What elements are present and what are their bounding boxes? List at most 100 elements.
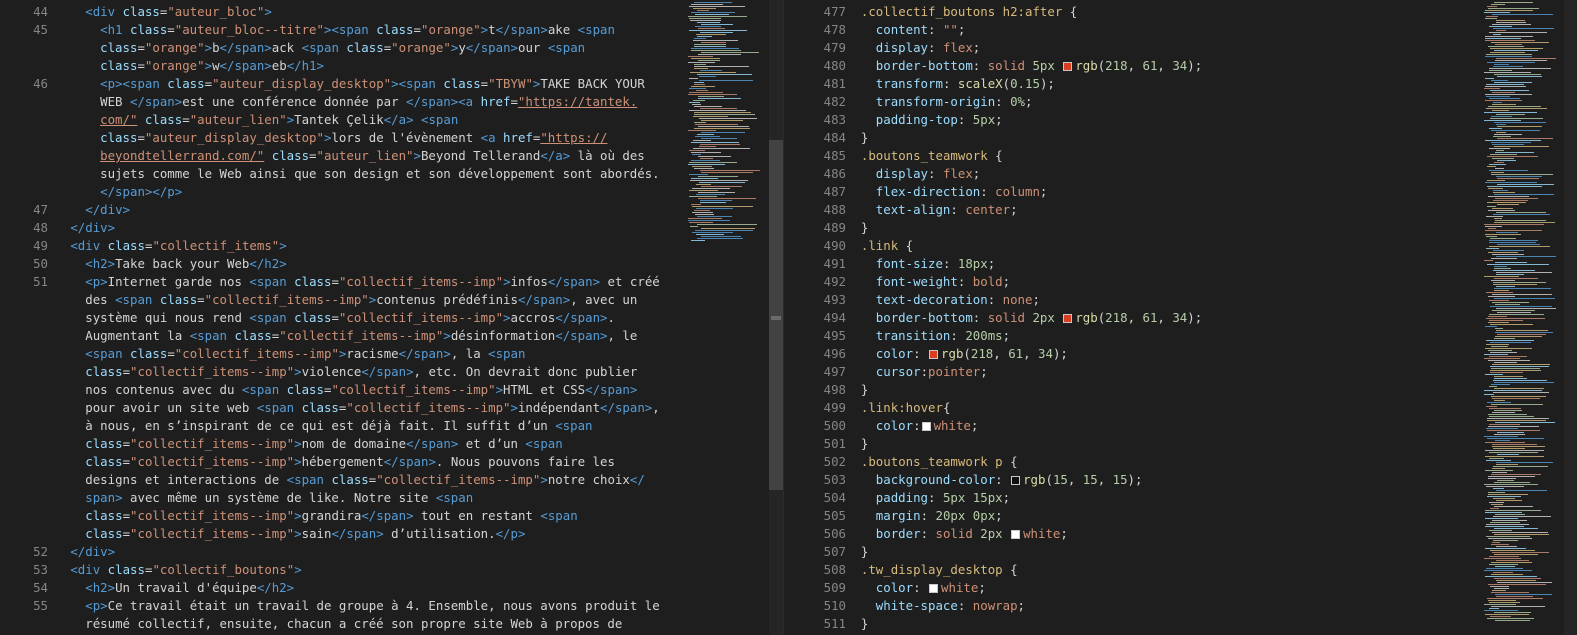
minimap-line bbox=[1484, 72, 1531, 73]
minimap-line bbox=[1488, 106, 1541, 107]
code-line[interactable]: class="collectif_items--imp">violence</s… bbox=[48, 363, 637, 381]
code-line[interactable]: transform: scaleX(0.15); bbox=[846, 75, 1055, 93]
code-line[interactable]: color: rgb(218, 61, 34); bbox=[846, 345, 1068, 363]
code-token: 15 bbox=[1082, 472, 1098, 487]
code-line[interactable]: <div class="auteur_bloc"> bbox=[48, 3, 272, 21]
vertical-scrollbar[interactable] bbox=[1564, 0, 1577, 635]
code-line[interactable]: } bbox=[846, 615, 868, 633]
color-swatch[interactable] bbox=[929, 350, 939, 359]
code-line[interactable]: Augmentant la <span class="collectif_ite… bbox=[48, 327, 637, 345]
code-line[interactable]: color: white; bbox=[846, 579, 986, 597]
code-line[interactable]: class="orange">w</span>eb</h1> bbox=[48, 57, 324, 75]
scrollbar-thumb[interactable] bbox=[769, 140, 783, 490]
color-swatch[interactable] bbox=[1063, 314, 1073, 323]
code-line[interactable]: <h2>Un travail d'équipe</h2> bbox=[48, 579, 294, 597]
code-line[interactable]: content: ""; bbox=[846, 21, 966, 39]
color-swatch[interactable] bbox=[1011, 476, 1021, 485]
code-line[interactable]: white-space: nowrap; bbox=[846, 597, 1025, 615]
code-line[interactable]: com/" class="auteur_lien">Tantek Çelik</… bbox=[48, 111, 458, 129]
code-line[interactable]: margin: 20px 0px; bbox=[846, 507, 1003, 525]
code-line[interactable]: à nous, en s’inspirant de ce qui est déj… bbox=[48, 417, 592, 435]
code-line[interactable]: transition: 200ms; bbox=[846, 327, 1010, 345]
code-line[interactable]: } bbox=[846, 435, 868, 453]
code-line[interactable]: span> avec même un système de like. Notr… bbox=[48, 489, 473, 507]
editor-pane-html[interactable]: 44 45 46 47 48 49 50 51 52 53 54 55 <div class="aut… bbox=[0, 0, 783, 635]
code-line[interactable]: <div class="collectif_boutons"> bbox=[48, 561, 301, 579]
vertical-scrollbar[interactable] bbox=[769, 0, 783, 635]
code-line[interactable]: pour avoir un site web <span class="coll… bbox=[48, 399, 659, 417]
code-token: 20px 0px bbox=[935, 508, 996, 523]
code-line[interactable]: } bbox=[846, 543, 868, 561]
code-line[interactable]: des <span class="collectif_items--imp">c… bbox=[48, 291, 637, 309]
code-line[interactable]: } bbox=[846, 129, 868, 147]
minimap-line bbox=[1493, 516, 1551, 517]
line-number: 511 bbox=[823, 616, 846, 631]
code-line[interactable]: </div> bbox=[48, 201, 130, 219]
code-line[interactable]: <h1 class="auteur_bloc--titre"><span cla… bbox=[48, 21, 615, 39]
code-line[interactable]: <div class="collectif_items"> bbox=[48, 237, 286, 255]
color-swatch[interactable] bbox=[1063, 62, 1073, 71]
code-line[interactable]: class="collectif_items--imp">hébergement… bbox=[48, 453, 615, 471]
code-line[interactable]: class="collectif_items--imp">grandira</s… bbox=[48, 507, 577, 525]
code-line[interactable]: color: white; bbox=[846, 417, 979, 435]
code-line[interactable]: background-color: rgb(15, 15, 15); bbox=[846, 471, 1143, 489]
code-line[interactable]: class="orange">b</span>ack <span class="… bbox=[48, 39, 585, 57]
code-line[interactable]: </div> bbox=[48, 219, 115, 237]
code-line[interactable]: cursor:pointer; bbox=[846, 363, 988, 381]
code-line[interactable]: text-decoration: none; bbox=[846, 291, 1040, 309]
code-line[interactable]: .link:hover{ bbox=[846, 399, 951, 417]
code-line[interactable]: <h2>Take back your Web</h2> bbox=[48, 255, 286, 273]
minimap-line bbox=[1491, 116, 1512, 117]
code-line[interactable]: class="auteur_display_desktop">lors de l… bbox=[48, 129, 607, 147]
minimap[interactable] bbox=[1484, 0, 1564, 635]
code-line[interactable]: font-weight: bold; bbox=[846, 273, 1010, 291]
code-line[interactable]: designs et interactions de <span class="… bbox=[48, 471, 645, 489]
color-swatch[interactable] bbox=[1011, 530, 1021, 539]
code-line[interactable]: .link { bbox=[846, 237, 913, 255]
code-line[interactable]: nos contenus avec du <span class="collec… bbox=[48, 381, 637, 399]
minimap-line bbox=[1490, 366, 1549, 367]
code-line[interactable]: résumé collectif, ensuite, chacun a créé… bbox=[48, 615, 622, 633]
code-line[interactable]: text-align: center; bbox=[846, 201, 1018, 219]
minimap[interactable] bbox=[688, 0, 768, 635]
code-token: : bbox=[920, 526, 936, 541]
color-swatch[interactable] bbox=[921, 422, 931, 431]
code-token: class bbox=[443, 76, 481, 91]
code-line[interactable]: WEB </span>est une conférence donnée par… bbox=[48, 93, 637, 111]
code-line[interactable]: } bbox=[846, 381, 868, 399]
code-line[interactable]: système qui nous rend <span class="colle… bbox=[48, 309, 615, 327]
code-line[interactable]: beyondtellerrand.com/" class="auteur_lie… bbox=[48, 147, 645, 165]
code-token: : bbox=[928, 490, 943, 505]
code-line[interactable]: .collectif_boutons h2:after { bbox=[846, 3, 1077, 21]
code-line[interactable]: class="collectif_items--imp">sain</span>… bbox=[48, 525, 525, 543]
code-line[interactable]: border-bottom: solid 5px rgb(218, 61, 34… bbox=[846, 57, 1202, 75]
code-line[interactable]: <p>Ce travail était un travail de groupe… bbox=[48, 597, 659, 615]
code-line[interactable]: font-size: 18px; bbox=[846, 255, 995, 273]
code-line[interactable]: class="collectif_items--imp">nom de doma… bbox=[48, 435, 562, 453]
code-line[interactable]: <p><span class="auteur_display_desktop">… bbox=[48, 75, 645, 93]
minimap-line bbox=[701, 52, 759, 53]
code-line[interactable]: .tw_display_desktop { bbox=[846, 561, 1018, 579]
code-line[interactable]: .boutons_teamwork p { bbox=[846, 453, 1018, 471]
code-line[interactable]: } bbox=[846, 219, 868, 237]
code-token: com/" bbox=[100, 112, 138, 127]
code-line[interactable]: flex-direction: column; bbox=[846, 183, 1048, 201]
line-number: 55 bbox=[33, 598, 48, 613]
code-line[interactable]: </span></p> bbox=[48, 183, 182, 201]
color-swatch[interactable] bbox=[929, 584, 939, 593]
code-line[interactable]: padding: 5px 15px; bbox=[846, 489, 1010, 507]
code-line[interactable]: <p>Internet garde nos <span class="colle… bbox=[48, 273, 660, 291]
code-line[interactable]: border: solid 2px white; bbox=[846, 525, 1068, 543]
code-line[interactable]: .boutons_teamwork { bbox=[846, 147, 1003, 165]
code-line[interactable]: display: flex; bbox=[846, 39, 980, 57]
code-line[interactable]: padding-top: 5px; bbox=[846, 111, 1003, 129]
code-line[interactable]: display: flex; bbox=[846, 165, 980, 183]
code-line[interactable]: <span class="collectif_items--imp">racis… bbox=[48, 345, 525, 363]
code-line[interactable]: border-bottom: solid 2px rgb(218, 61, 34… bbox=[846, 309, 1202, 327]
line-number: 509 bbox=[823, 580, 846, 595]
minimap-line bbox=[1493, 284, 1537, 285]
code-line[interactable]: transform-origin: 0%; bbox=[846, 93, 1033, 111]
code-line[interactable]: </div> bbox=[48, 543, 115, 561]
code-line[interactable]: sujets comme le Web ainsi que son design… bbox=[48, 165, 660, 183]
editor-pane-css[interactable]: 477 478 479 480 481 482 483 484 485 486 487 488 489 4… bbox=[783, 0, 1577, 635]
